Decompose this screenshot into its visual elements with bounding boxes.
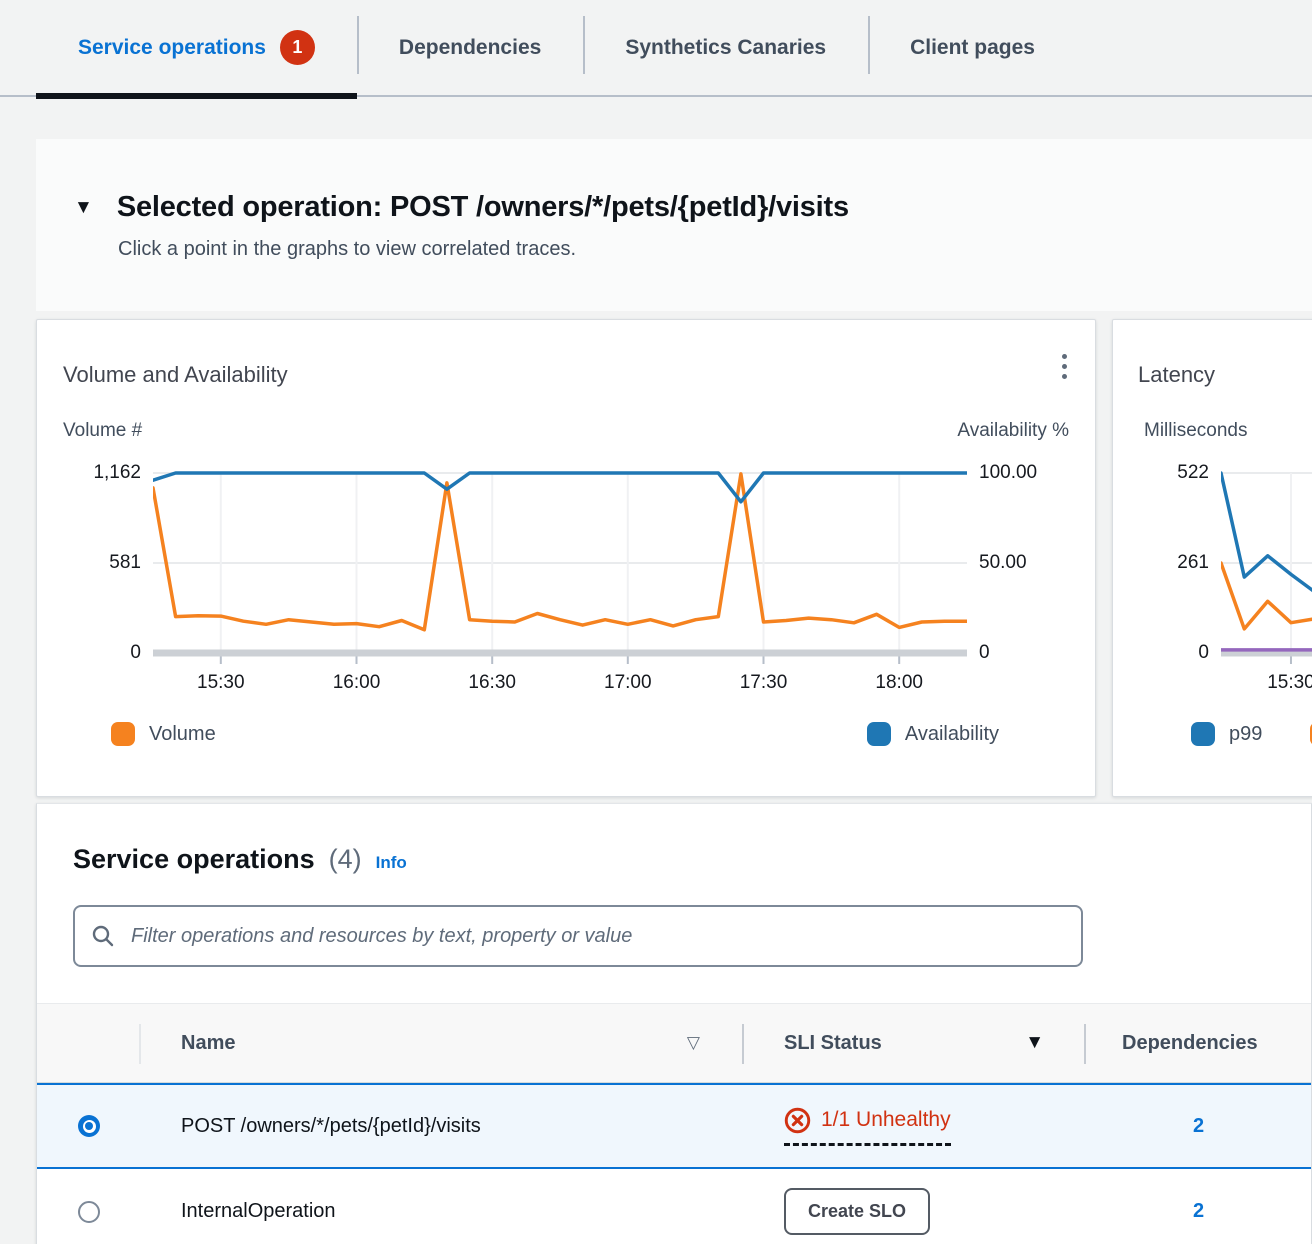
dependencies-link[interactable]: 2 <box>1193 1115 1204 1137</box>
tab-label: Service operations <box>78 36 266 60</box>
volume-swatch-icon <box>111 722 135 746</box>
chart-legend: p99 <box>1129 722 1312 746</box>
tab-label: Client pages <box>910 36 1035 60</box>
legend-item-p99[interactable]: p99 <box>1191 722 1262 746</box>
y-axis-ticks-left: 522 261 0 <box>1129 468 1209 664</box>
x-axis-ticks: 15:30 <box>1221 672 1312 700</box>
filter-operations-input[interactable] <box>73 905 1083 967</box>
operation-name: InternalOperation <box>141 1200 744 1223</box>
column-header-dependencies[interactable]: Dependencies <box>1086 1004 1311 1082</box>
charts-row: Volume and Availability Volume # Availab… <box>36 319 1312 797</box>
selected-operation-section: ▼ Selected operation: POST /owners/*/pet… <box>36 139 1312 311</box>
chart-title: Volume and Availability <box>63 362 1069 388</box>
table-title: Service operations <box>73 844 315 875</box>
info-link[interactable]: Info <box>376 853 407 873</box>
sli-status-unhealthy[interactable]: 1/1 Unhealthy <box>784 1107 951 1146</box>
collapse-caret-icon[interactable]: ▼ <box>74 198 93 217</box>
table-row-internal-operation[interactable]: InternalOperation Create SLO 2 <box>37 1169 1311 1244</box>
operation-name: POST /owners/*/pets/{petId}/visits <box>141 1115 744 1138</box>
dependencies-link[interactable]: 2 <box>1193 1200 1204 1222</box>
tab-label: Synthetics Canaries <box>625 36 826 60</box>
x-axis-ticks: 15:30 16:00 16:30 17:00 17:30 18:00 <box>153 672 967 700</box>
table-row-post-owners-pets-visits[interactable]: POST /owners/*/pets/{petId}/visits 1/1 U… <box>37 1083 1311 1169</box>
service-operations-table-card: Service operations (4) Info Name ▽ SLI S… <box>36 803 1312 1244</box>
column-header-sli-status[interactable]: SLI Status ▼ <box>744 1004 1086 1082</box>
row-radio-unselected[interactable] <box>78 1201 100 1223</box>
error-circle-x-icon <box>784 1107 811 1134</box>
volume-availability-card: Volume and Availability Volume # Availab… <box>36 319 1096 797</box>
chart-title: Latency <box>1138 362 1312 388</box>
alert-count-badge: 1 <box>280 30 315 65</box>
volume-availability-plot[interactable]: 15:30 16:00 16:30 17:00 17:30 18:00 <box>153 468 967 700</box>
availability-swatch-icon <box>867 722 891 746</box>
tab-service-operations[interactable]: Service operations 1 <box>36 0 357 95</box>
table-header-row: Name ▽ SLI Status ▼ Dependencies <box>37 1003 1311 1083</box>
sort-icon-outline[interactable]: ▽ <box>687 1033 700 1053</box>
filter-field-wrap <box>73 905 1083 967</box>
legend-item-availability[interactable]: Availability <box>867 722 999 746</box>
chart-legend: Volume Availability <box>63 722 1069 746</box>
latency-plot[interactable]: 15:30 <box>1221 468 1312 700</box>
tab-bar: Service operations 1 Dependencies Synthe… <box>0 0 1312 97</box>
y-axis-ticks-right: 100.00 50.00 0 <box>979 468 1071 664</box>
selected-operation-title: Selected operation: POST /owners/*/pets/… <box>117 191 849 224</box>
p99-swatch-icon <box>1191 722 1215 746</box>
latency-card: Latency Milliseconds 522 261 0 15:30 p99 <box>1112 319 1312 797</box>
left-axis-label: Volume # <box>63 420 142 442</box>
legend-item-volume[interactable]: Volume <box>111 722 216 746</box>
column-header-name[interactable]: Name ▽ <box>141 1004 744 1082</box>
right-axis-label: Availability % <box>957 420 1069 442</box>
tab-label: Dependencies <box>399 36 541 60</box>
search-icon <box>91 924 115 948</box>
sort-icon-filled[interactable]: ▼ <box>1025 1032 1044 1054</box>
tab-client-pages[interactable]: Client pages <box>868 0 1077 95</box>
row-radio-selected[interactable] <box>78 1115 100 1137</box>
table-count: (4) <box>329 844 362 875</box>
selection-column-header <box>37 1004 141 1082</box>
kebab-menu-icon[interactable] <box>1058 350 1071 383</box>
create-slo-button[interactable]: Create SLO <box>784 1188 930 1235</box>
y-axis-ticks-left: 1,162 581 0 <box>63 468 141 664</box>
tab-synthetics-canaries[interactable]: Synthetics Canaries <box>583 0 868 95</box>
selected-operation-subtitle: Click a point in the graphs to view corr… <box>118 238 1272 261</box>
left-axis-label: Milliseconds <box>1144 420 1247 442</box>
tab-dependencies[interactable]: Dependencies <box>357 0 583 95</box>
